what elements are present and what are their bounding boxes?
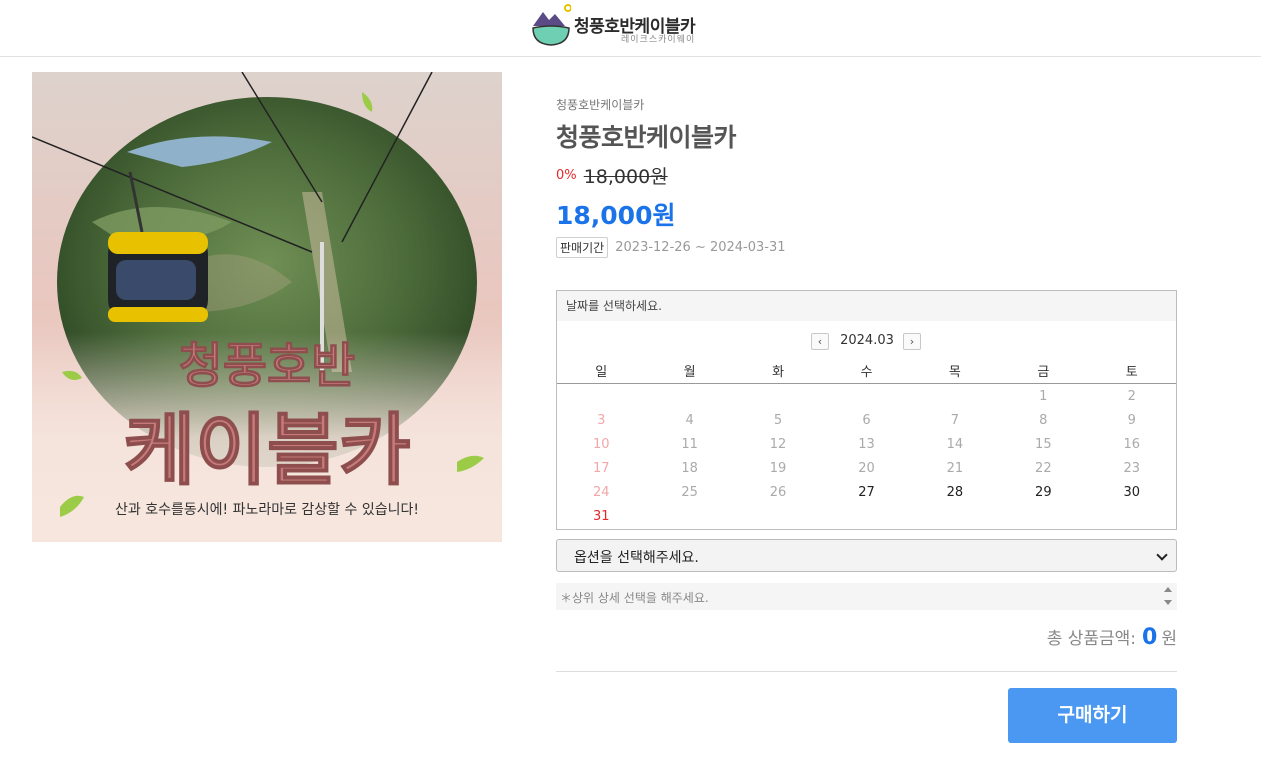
notice-scrollbar[interactable] <box>1160 583 1177 610</box>
calendar-day[interactable]: 31 <box>557 505 645 529</box>
chevron-down-icon <box>1156 549 1168 561</box>
calendar-week-row: 10 11 12 13 14 15 16 <box>557 433 1176 457</box>
calendar-week-row: 24 25 26 27 28 29 30 <box>557 481 1176 505</box>
calendar-day: 15 <box>1035 437 1052 452</box>
calendar-empty-cell <box>999 505 1087 529</box>
total-price: 총 상품금액: 0 원 <box>1047 624 1177 650</box>
weekday-sun: 일 <box>595 365 608 380</box>
calendar-day: 16 <box>1123 437 1141 452</box>
product-title: 청풍호반케이블카 <box>556 123 737 152</box>
weekday-mon: 월 <box>683 365 696 380</box>
calendar-empty-cell <box>734 385 822 409</box>
calendar-empty-cell <box>557 385 645 409</box>
calendar-day: 24 <box>592 485 610 500</box>
calendar-day: 2 <box>1127 389 1136 404</box>
scroll-down-icon[interactable] <box>1164 600 1172 605</box>
calendar-day: 17 <box>592 461 610 476</box>
total-price-unit: 원 <box>1161 629 1177 649</box>
logo-mountain-icon <box>532 4 571 46</box>
calendar-empty-cell <box>645 505 733 529</box>
calendar-day: 8 <box>1039 413 1048 428</box>
option-select-value: 옵션을 선택해주세요. <box>574 550 699 566</box>
image-title-line1: 청풍호반 <box>179 338 356 394</box>
calendar-empty-cell <box>645 385 733 409</box>
breadcrumb[interactable]: 청풍호반케이블카 <box>556 96 644 113</box>
weekday-wed: 수 <box>860 365 873 380</box>
sale-period-badge: 판매기간 <box>556 237 609 258</box>
calendar-week-row: 17 18 19 20 21 22 23 <box>557 457 1176 481</box>
image-caption: 산과 호수를동시에! 파노라마로 감상할 수 있습니다! <box>115 502 419 518</box>
total-price-label: 총 상품금액: <box>1046 629 1137 649</box>
calendar-days-grid: 1 2 3 4 5 6 7 8 9 10 11 12 13 14 15 16 17 18 19 20 21 22 23 24 2… <box>557 385 1176 529</box>
product-image: 청풍호반 케이블카 산과 호수를동시에! 파노라마로 감상할 수 있습니다! <box>32 72 502 542</box>
calendar-day: 1 <box>1039 389 1048 404</box>
date-picker-calendar: 날짜를 선택하세요. ‹ 2024.03 › 일 월 화 수 목 금 토 123… <box>556 290 1177 530</box>
scroll-up-icon[interactable] <box>1164 587 1172 592</box>
calendar-day: 22 <box>1035 461 1052 476</box>
calendar-day: 4 <box>685 413 694 428</box>
calendar-day: 19 <box>769 461 787 476</box>
total-price-amount: 0 <box>1142 625 1158 650</box>
discount-rate: 0% <box>556 168 577 183</box>
calendar-day[interactable]: 27 <box>822 481 910 505</box>
sale-period-range: 2023-12-26 ~ 2024-03-31 <box>615 240 786 255</box>
calendar-empty-cell <box>822 505 910 529</box>
calendar-prompt: 날짜를 선택하세요. <box>557 291 1176 321</box>
site-header: 청풍호반케이블카 레이크스카이웨이 <box>0 0 1261 57</box>
original-price: 18,000원 <box>583 166 668 188</box>
calendar-empty-cell <box>734 505 822 529</box>
calendar-week-row: 31 <box>557 505 1176 529</box>
sale-price: 18,000원 <box>556 201 676 230</box>
calendar-day: 25 <box>681 485 698 500</box>
divider <box>556 671 1177 672</box>
calendar-day: 3 <box>597 413 606 428</box>
next-month-button[interactable]: › <box>903 333 921 350</box>
calendar-day: 11 <box>681 437 698 452</box>
calendar-empty-cell <box>822 385 910 409</box>
calendar-day: 7 <box>950 413 960 428</box>
calendar-day: 18 <box>681 461 698 476</box>
calendar-empty-cell <box>911 505 999 529</box>
logo-subtitle: 레이크스카이웨이 <box>621 35 696 45</box>
calendar-day: 10 <box>592 437 610 452</box>
prev-month-button[interactable]: ‹ <box>811 333 829 350</box>
calendar-day: 12 <box>769 437 787 452</box>
calendar-weekday-header: 일 월 화 수 목 금 토 <box>557 361 1176 384</box>
calendar-week-row: 12 <box>557 385 1176 409</box>
calendar-day[interactable]: 30 <box>1088 481 1176 505</box>
calendar-day: 26 <box>769 485 787 500</box>
calendar-nav: ‹ 2024.03 › <box>557 331 1176 351</box>
sale-period: 판매기간 2023-12-26 ~ 2024-03-31 <box>556 237 786 258</box>
calendar-empty-cell <box>911 385 999 409</box>
calendar-day: 14 <box>946 437 964 452</box>
chevron-left-icon: ‹ <box>817 335 823 348</box>
calendar-day[interactable]: 28 <box>911 481 999 505</box>
site-logo[interactable]: 청풍호반케이블카 레이크스카이웨이 <box>531 4 711 48</box>
calendar-month: 2024.03 <box>840 333 894 348</box>
weekday-sat: 토 <box>1125 365 1138 380</box>
buy-button[interactable]: 구매하기 <box>1008 688 1177 743</box>
calendar-day: 21 <box>946 461 964 476</box>
option-select[interactable]: 옵션을 선택해주세요. <box>556 539 1177 572</box>
weekday-tue: 화 <box>772 365 785 380</box>
calendar-day[interactable]: 29 <box>999 481 1087 505</box>
calendar-day: 9 <box>1127 413 1136 428</box>
option-notice-text: ＊상위 상세 선택을 해주세요. <box>560 591 709 605</box>
calendar-week-row: 3 4 5 6 7 8 9 <box>557 409 1176 433</box>
weekday-fri: 금 <box>1037 365 1050 380</box>
calendar-day: 23 <box>1123 461 1141 476</box>
image-title-line2: 케이블카 <box>123 406 410 496</box>
calendar-day: 20 <box>858 461 875 476</box>
discount-row: 0% 18,000원 <box>556 162 668 189</box>
calendar-day: 5 <box>773 413 783 428</box>
option-notice-box[interactable]: ＊상위 상세 선택을 해주세요. <box>556 583 1177 610</box>
calendar-empty-cell <box>1088 505 1176 529</box>
weekday-thu: 목 <box>948 365 961 380</box>
calendar-day: 6 <box>862 413 871 428</box>
chevron-right-icon: › <box>909 335 915 348</box>
calendar-day: 13 <box>858 437 875 452</box>
